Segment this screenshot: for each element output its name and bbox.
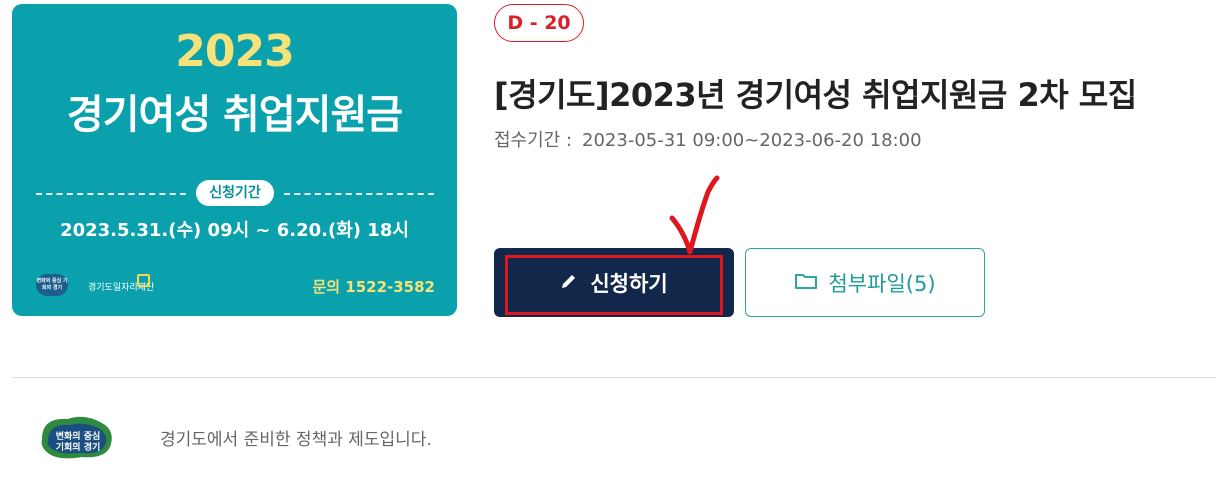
svg-text:변화의 중심: 변화의 중심 [56,430,101,442]
apply-button[interactable]: 신청하기 [494,248,734,317]
banner-gyeonggi-logo: 변화의 중심 기회의 경기 [36,274,68,296]
folder-icon [794,271,818,295]
banner-period-label: 신청기간 [196,180,274,206]
gyeonggi-logo-icon: 변화의 중심 기회의 경기 [38,413,118,465]
svg-text:기회의 경기: 기회의 경기 [56,441,101,453]
banner-foundation-mark-icon [137,274,150,287]
banner-title: 경기여성 취업지원금 [66,92,403,138]
page-title: [경기도]2023년 경기여성 취업지원금 2차 모집 [494,76,1137,114]
banner-period-text: 2023.5.31.(수) 09시 ~ 6.20.(화) 18시 [60,220,409,241]
attachments-button-label: 첨부파일(5) [828,271,936,296]
application-period-value: 2023-05-31 09:00~2023-06-20 18:00 [582,130,922,151]
attachments-button[interactable]: 첨부파일(5) [745,248,985,317]
banner-divider-right [284,193,434,195]
apply-highlight-box [505,255,723,315]
banner-divider-left [36,193,186,195]
banner-year: 2023 [175,26,294,77]
application-period: 접수기간 : 2023-05-31 09:00~2023-06-20 18:00 [494,126,922,152]
org-description: 경기도에서 준비한 정책과 제도입니다. [160,430,432,450]
banner-contact: 문의 1522-3582 [312,278,435,296]
program-banner-image: 2023 경기여성 취업지원금 신청기간 2023.5.31.(수) 09시 ~… [12,4,457,316]
section-divider [12,377,1216,378]
application-period-label: 접수기간 : [494,130,573,151]
dday-badge: D - 20 [494,4,584,42]
